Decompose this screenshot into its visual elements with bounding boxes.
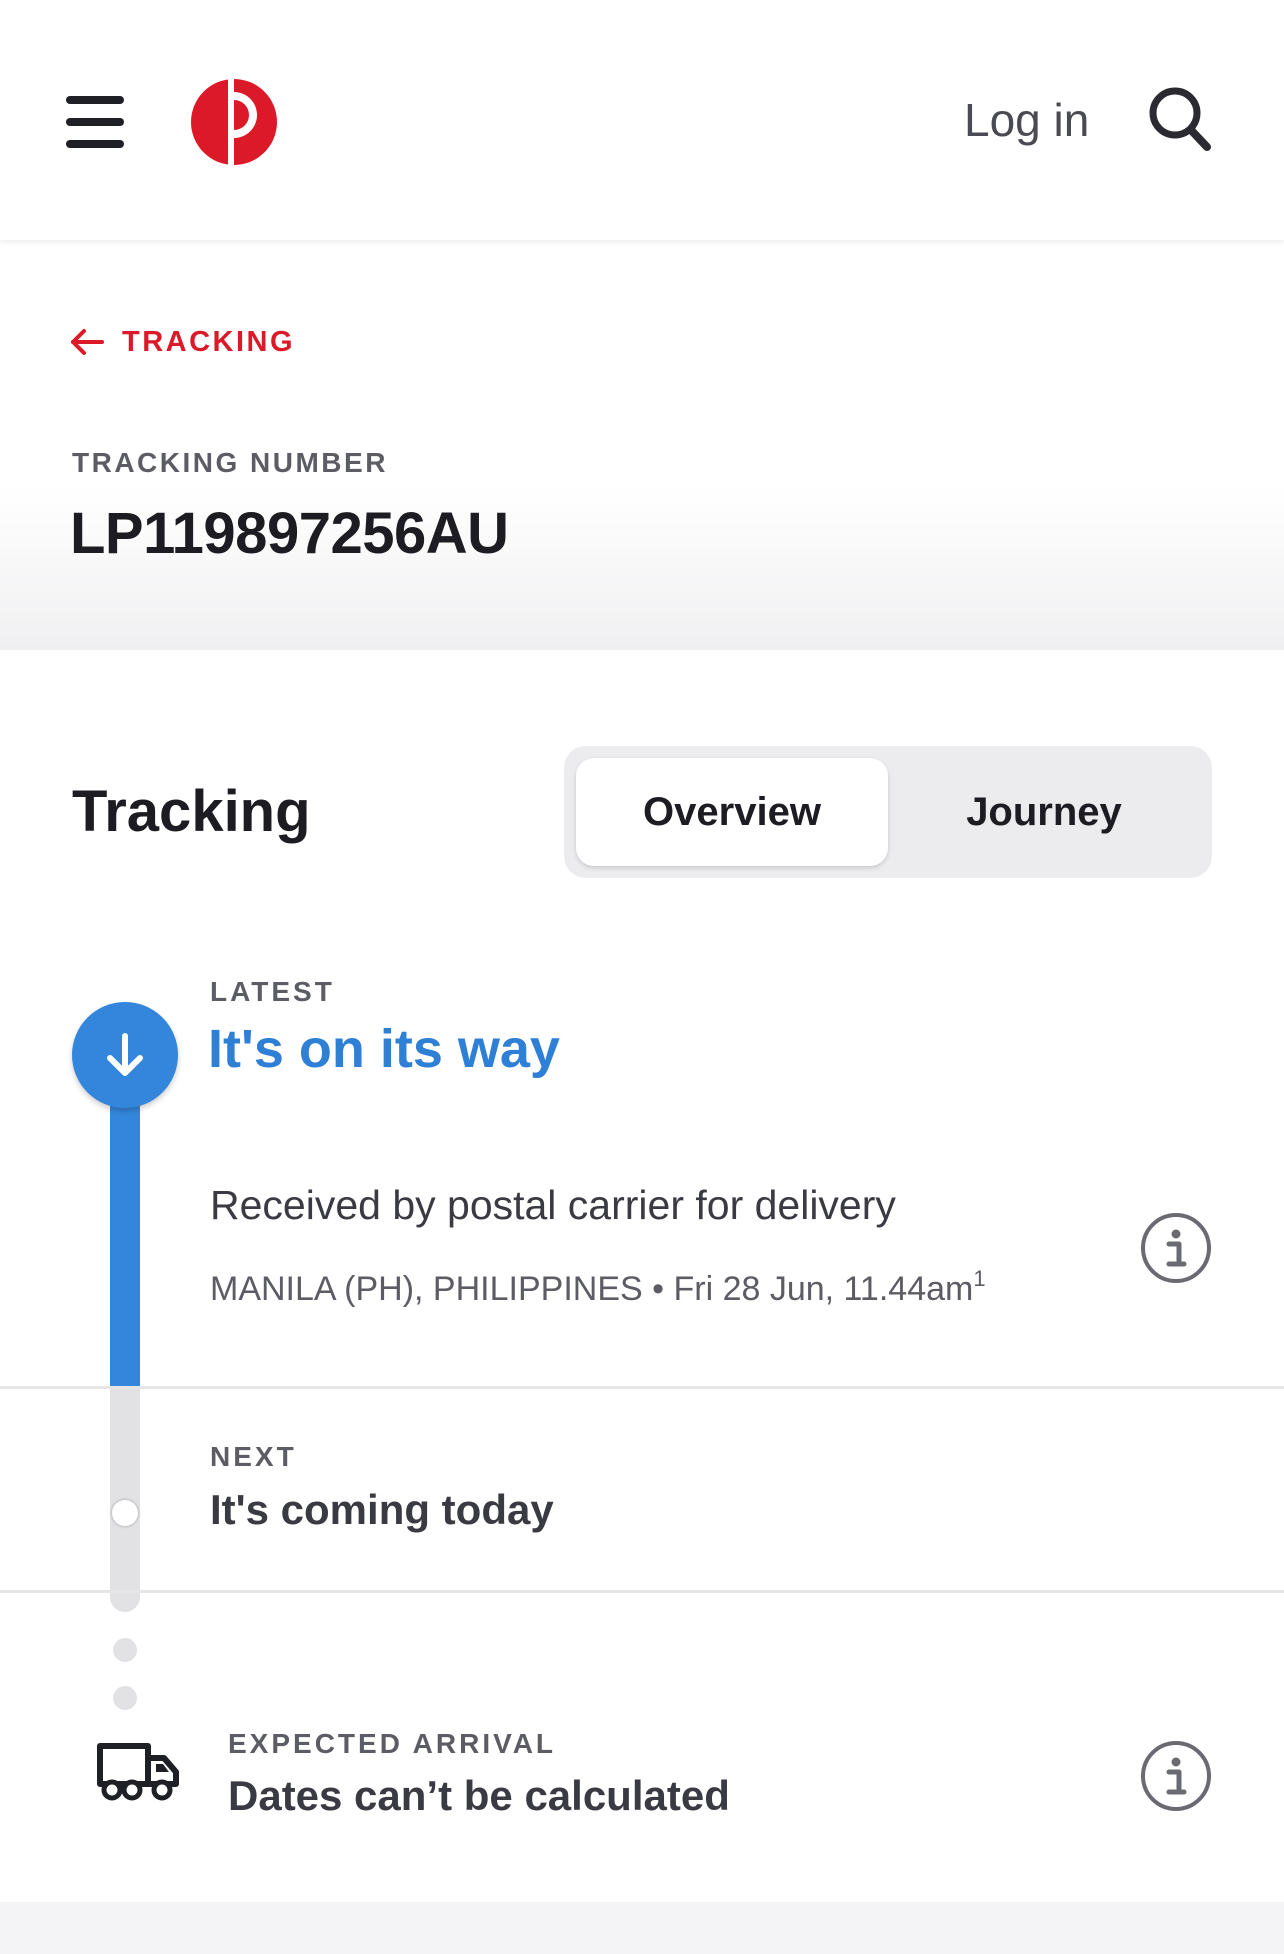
- latest-label: LATEST: [210, 976, 335, 1007]
- login-link[interactable]: Log in: [964, 88, 1089, 152]
- australia-post-logo[interactable]: [190, 78, 278, 166]
- arrow-down-icon: [72, 1002, 178, 1108]
- back-link[interactable]: TRACKING: [70, 322, 295, 362]
- info-icon[interactable]: [1140, 1212, 1212, 1284]
- arrow-left-icon: [71, 329, 104, 355]
- next-status-title: It's coming today: [210, 1486, 554, 1533]
- timeline-progress-bar: [110, 1060, 140, 1386]
- info-icon[interactable]: [1140, 1740, 1212, 1812]
- event-time: Fri 28 Jun, 11.44am: [673, 1270, 974, 1308]
- timeline-next-dot: [112, 1500, 138, 1526]
- latest-status-title: It's on its way: [208, 1019, 560, 1079]
- expected-arrival-label: EXPECTED ARRIVAL: [228, 1728, 557, 1759]
- event-description: Received by postal carrier for delivery: [210, 1182, 896, 1228]
- meta-separator: •: [652, 1270, 665, 1308]
- next-label: NEXT: [210, 1441, 297, 1472]
- tracking-number: LP119897256AU: [70, 501, 509, 566]
- event-location: MANILA (PH), PHILIPPINES: [210, 1270, 643, 1308]
- back-link-label: TRACKING: [122, 326, 296, 358]
- tab-overview[interactable]: Overview: [576, 758, 888, 866]
- section-title: Tracking: [72, 779, 311, 844]
- truck-icon: [97, 1743, 179, 1801]
- tracking-summary-section: [0, 240, 1284, 650]
- view-toggle: Overview Journey: [564, 746, 1212, 878]
- timeline-dot: [113, 1638, 137, 1662]
- tracking-number-label: TRACKING NUMBER: [72, 447, 388, 478]
- timeline-dot: [113, 1686, 137, 1710]
- top-header: Log in: [0, 0, 1284, 240]
- divider: [0, 1386, 1284, 1389]
- divider: [0, 1590, 1284, 1593]
- timeline-remaining-bar: [110, 1386, 140, 1612]
- search-icon[interactable]: [1148, 86, 1212, 152]
- expected-arrival-value: Dates can’t be calculated: [228, 1772, 730, 1819]
- tab-journey[interactable]: Journey: [888, 758, 1200, 866]
- footnote-marker: 1: [973, 1266, 986, 1291]
- event-meta: MANILA (PH), PHILIPPINES • Fri 28 Jun, 1…: [210, 1266, 986, 1309]
- hamburger-icon[interactable]: [66, 96, 124, 148]
